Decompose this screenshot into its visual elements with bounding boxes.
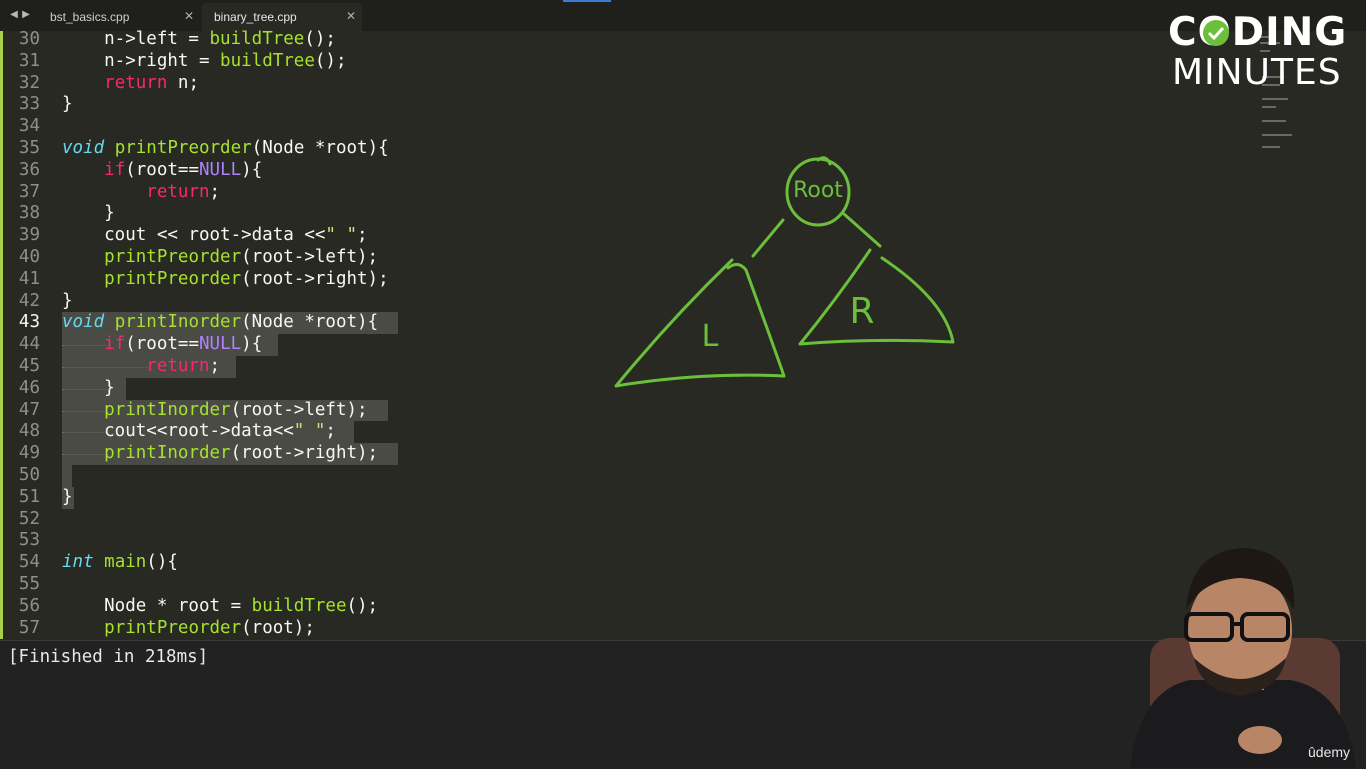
back-arrow-icon[interactable]: ◀ (8, 9, 20, 21)
code-text: void printPreorder(Node *root){ (62, 137, 389, 158)
code-text: } (62, 486, 73, 507)
code-text: void printInorder(Node *root){ (62, 312, 379, 333)
line-number: 43 (18, 312, 40, 333)
close-icon[interactable]: ✕ (346, 9, 356, 23)
line-number: 57 (18, 617, 40, 638)
forward-arrow-icon[interactable]: ▶ (20, 9, 32, 21)
code-line-30: 30 n->left = buildTree(); (0, 29, 1366, 51)
line-number: 56 (18, 595, 40, 616)
code-text: printInorder(root->left); (104, 399, 368, 420)
selection-highlight (62, 464, 72, 487)
line-number: 31 (18, 50, 40, 71)
tab-bst-basics[interactable]: bst_basics.cpp ✕ (38, 3, 200, 31)
right-edge (842, 212, 882, 248)
close-icon[interactable]: ✕ (184, 9, 194, 23)
code-text: return n; (104, 72, 199, 93)
line-number: 42 (18, 290, 40, 311)
line-number: 37 (18, 181, 40, 202)
code-line-34: 34 (0, 116, 1366, 138)
coding-minutes-logo: CODING MINUTES (1168, 10, 1360, 93)
code-text: n->right = buildTree(); (62, 50, 347, 71)
udemy-watermark: ûdemy (1308, 744, 1351, 760)
code-text: } (62, 94, 73, 115)
code-line-32: 32 return n; (0, 73, 1366, 95)
line-number: 44 (18, 334, 40, 355)
line-number: 38 (18, 203, 40, 224)
line-number: 35 (18, 137, 40, 158)
line-number: 41 (18, 268, 40, 289)
line-number: 30 (18, 29, 40, 49)
line-number: 50 (18, 464, 40, 485)
line-number: 46 (18, 377, 40, 398)
code-text: printPreorder(root->left); (104, 246, 379, 267)
line-number: 52 (18, 508, 40, 529)
line-number: 45 (18, 355, 40, 376)
line-number: 48 (18, 421, 40, 442)
code-text: } (62, 377, 115, 398)
code-text: printPreorder(root); (104, 617, 315, 638)
code-text: int main(){ (62, 552, 178, 573)
code-text: if(root==NULL){ (104, 159, 263, 180)
logo-line-2: MINUTES (1172, 52, 1342, 93)
left-edge (751, 218, 785, 258)
line-number: 54 (18, 552, 40, 573)
code-text: printPreorder(root->right); (104, 268, 389, 289)
code-text: Node * root = buildTree(); (62, 595, 379, 616)
code-text: return; (146, 355, 221, 376)
code-line-49: 49 printInorder(root->right); (0, 443, 1366, 465)
line-number: 34 (18, 116, 40, 137)
left-subtree-triangle (614, 258, 786, 388)
logo-line-1: CODING (1168, 10, 1348, 55)
code-text: printInorder(root->right); (104, 443, 379, 464)
code-text: cout << root->data <<" "; (62, 225, 368, 246)
line-number: 33 (18, 94, 40, 115)
code-line-51: 51} (0, 486, 1366, 509)
build-output-text: [Finished in 218ms] (8, 647, 209, 667)
code-line-52: 52 (0, 509, 1366, 531)
right-label: R (849, 291, 874, 332)
line-number: 36 (18, 159, 40, 180)
tree-sketch: Root L R (614, 156, 955, 388)
line-number: 40 (18, 246, 40, 267)
code-text: cout<<root->data<<" "; (62, 421, 336, 442)
tab-label: bst_basics.cpp (50, 10, 130, 24)
code-text: } (62, 290, 73, 311)
code-text: } (62, 203, 115, 224)
code-text: return; (146, 181, 221, 202)
tab-bar-accent (563, 0, 611, 2)
code-text: if(root==NULL){ (104, 334, 263, 355)
right-subtree-triangle (798, 248, 955, 346)
code-line-31: 31 n->right = buildTree(); (0, 51, 1366, 73)
tab-label: binary_tree.cpp (214, 10, 297, 24)
left-label: L (702, 319, 719, 354)
line-number: 51 (18, 486, 40, 507)
code-line-33: 33} (0, 94, 1366, 116)
tab-binary-tree[interactable]: binary_tree.cpp ✕ (202, 3, 362, 31)
code-line-47: 47 printInorder(root->left); (0, 399, 1366, 422)
line-number: 47 (18, 399, 40, 420)
code-text: n->left = buildTree(); (62, 29, 336, 49)
line-number: 53 (18, 530, 40, 551)
code-line-50: 50 (0, 464, 1366, 487)
presenter-webcam (1130, 548, 1356, 768)
code-line-48: 48 cout<<root->data<<" "; (0, 421, 1366, 444)
line-number: 49 (18, 443, 40, 464)
line-number: 39 (18, 225, 40, 246)
check-icon (1203, 20, 1229, 46)
root-label: Root (793, 178, 843, 203)
line-number: 55 (18, 573, 40, 594)
line-number: 32 (18, 72, 40, 93)
tab-bar: ◀ ▶ bst_basics.cpp ✕ binary_tree.cpp ✕ (0, 0, 1366, 31)
